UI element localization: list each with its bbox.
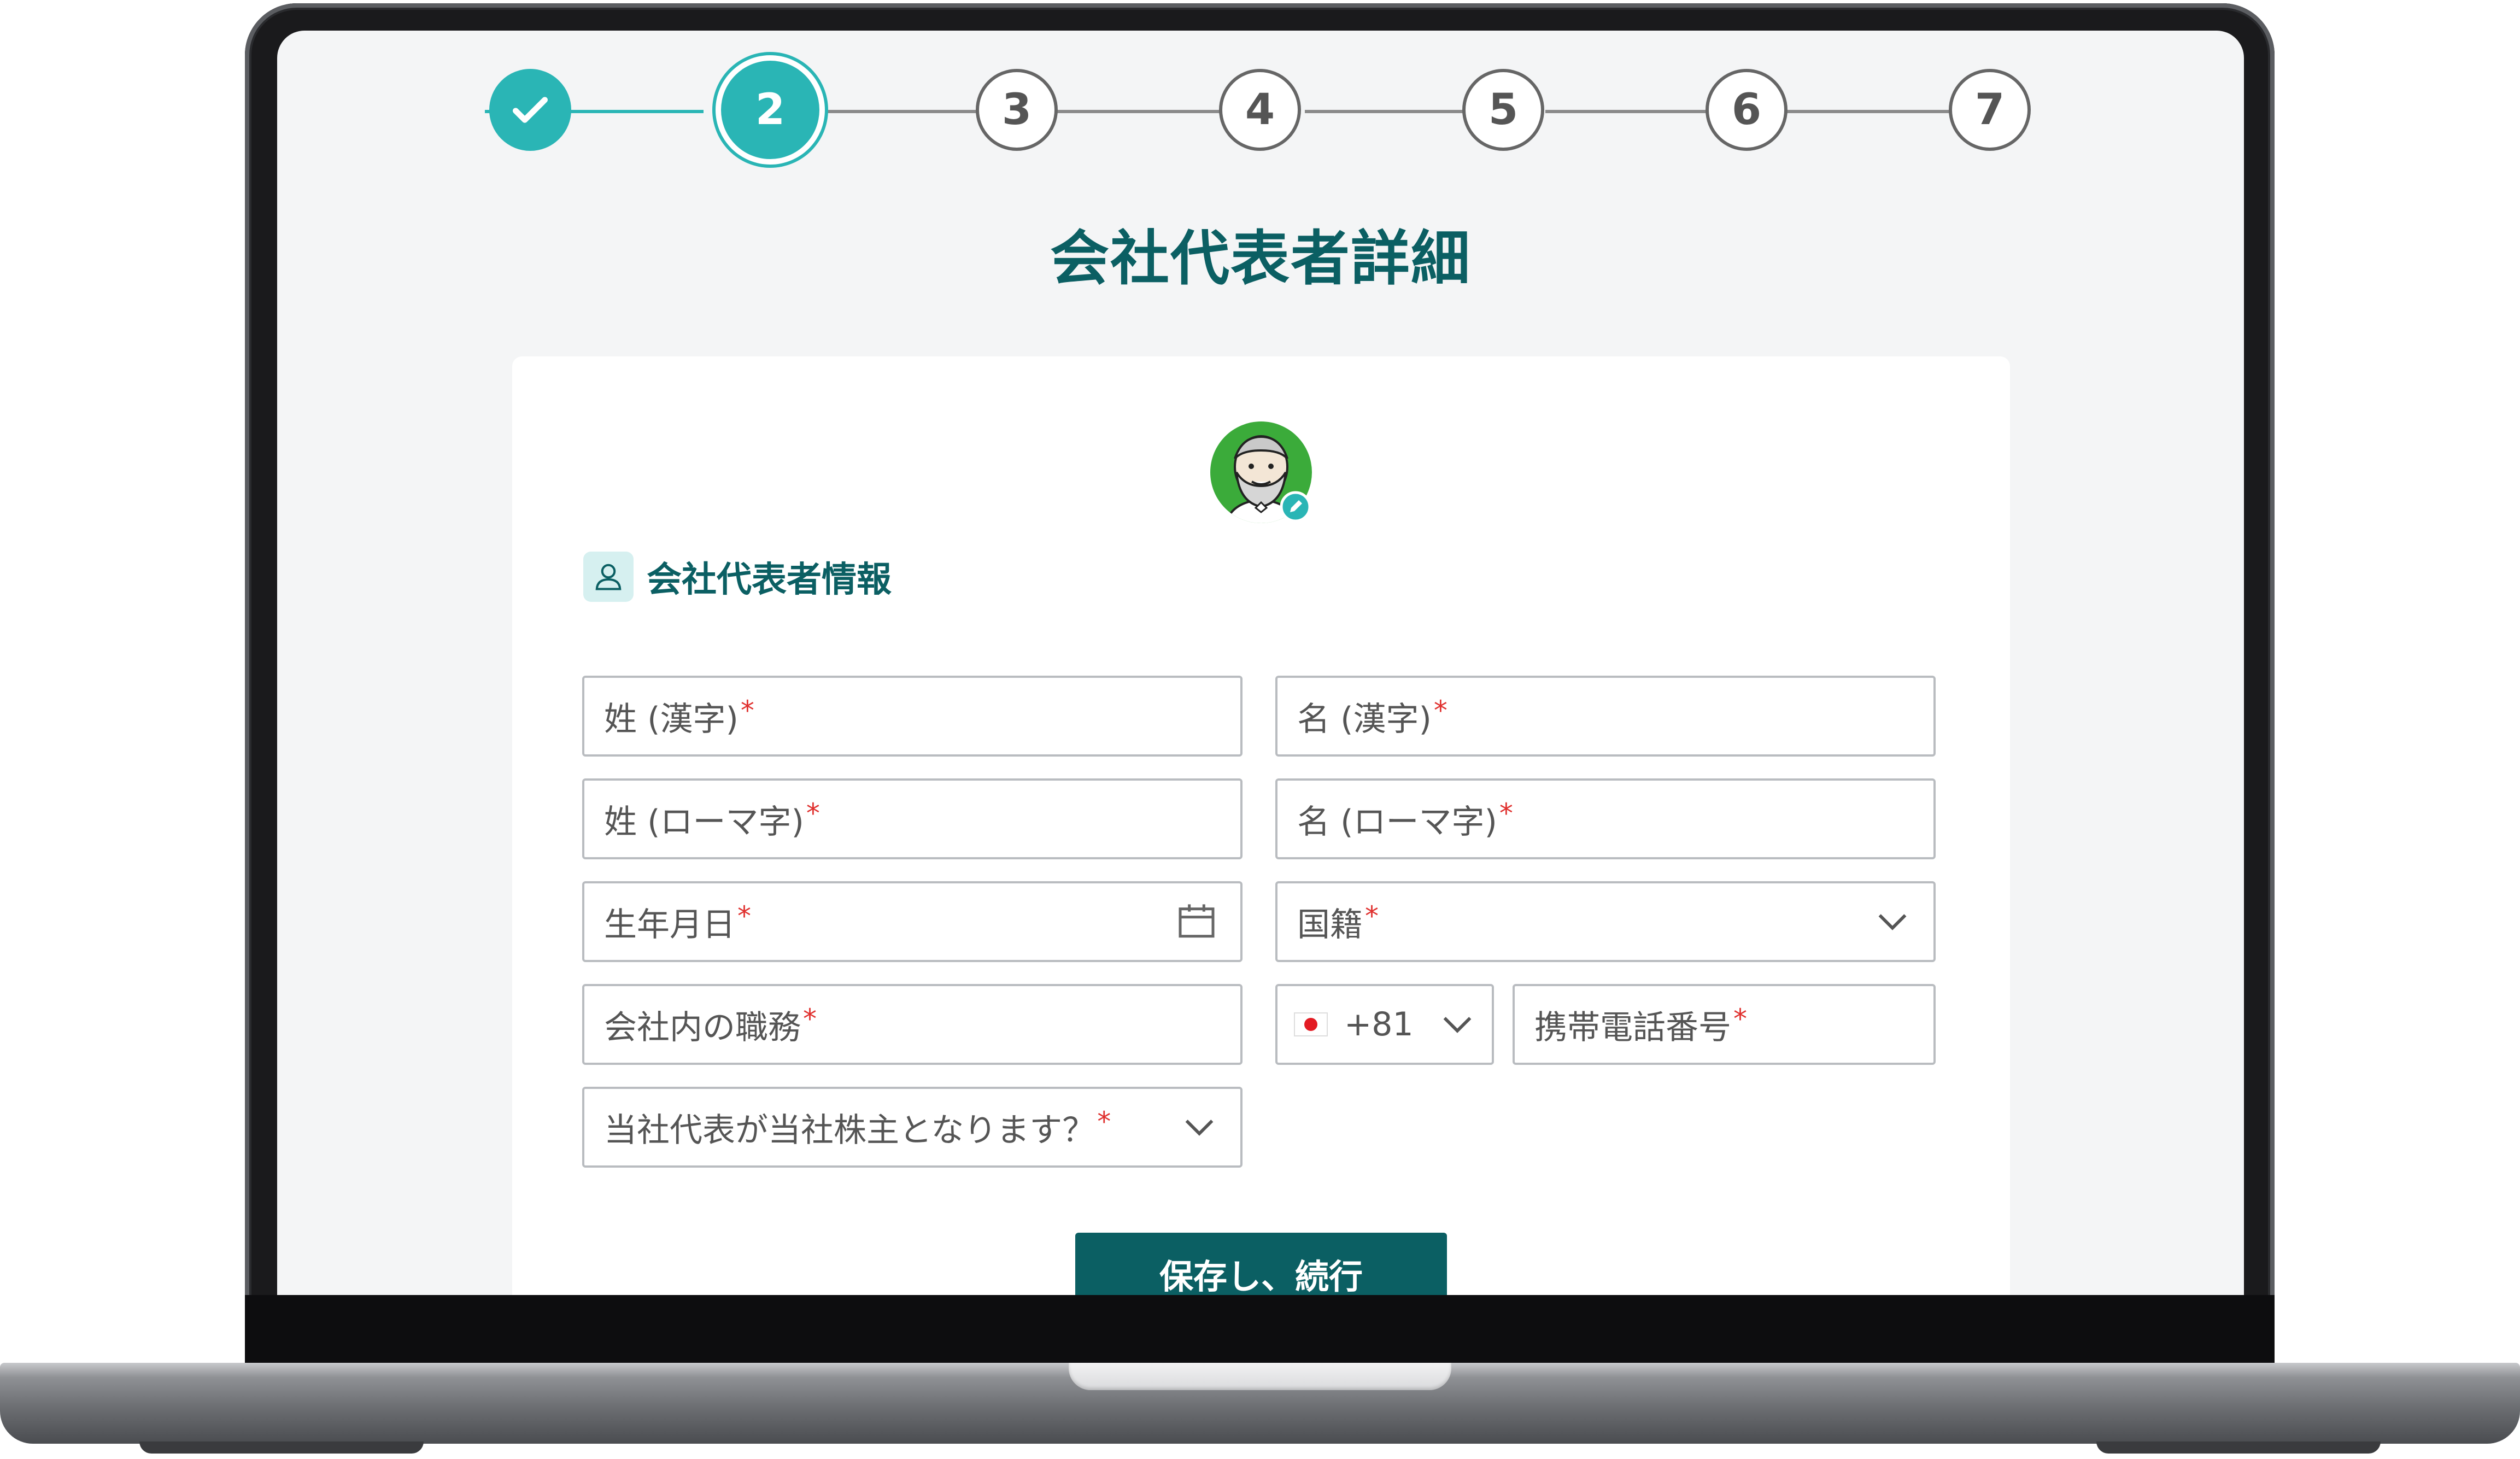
mobile-phone-input[interactable]: 携帯電話番号 * [1513,984,1936,1065]
step-number: 3 [1001,85,1032,134]
country-code-select[interactable]: +81 [1275,984,1494,1065]
field-label: 携帯電話番号 [1534,1008,1731,1047]
laptop-foot-left [139,1442,424,1454]
chevron-down-icon [1443,1017,1472,1033]
step-1-completed[interactable] [489,69,571,151]
field-label: 生年月日 [604,905,735,944]
last-name-kanji-input[interactable]: 姓 (漢字) * [582,676,1243,757]
phone-code: +81 [1344,1005,1414,1044]
laptop-notch [1069,1363,1451,1390]
required-mark: * [1499,798,1513,829]
laptop-foot-right [2096,1442,2381,1454]
required-mark: * [740,695,754,726]
field-label: 姓 (ローマ字) [604,802,804,841]
section-header: 会社代表者情報 [583,549,892,604]
check-icon [513,97,548,123]
shareholder-select[interactable]: 当社代表が当社株主となります？ * [582,1087,1243,1168]
laptop-chin [245,1295,2275,1366]
bearded-man-avatar-icon [1210,421,1312,523]
required-mark: * [1097,1106,1111,1138]
step-number: 7 [1974,85,2005,134]
required-mark: * [737,900,751,932]
step-number: 2 [755,85,786,134]
field-label: 国籍 [1297,905,1363,944]
required-mark: * [806,798,820,829]
step-2-current[interactable]: 2 [721,61,819,159]
form-card: 会社代表者情報 姓 (漢字) * 名 (漢字) * 姓 (ローマ字) * 名 (ローマ… [512,356,2010,1295]
japan-flag-icon [1294,1012,1328,1036]
required-mark: * [803,1003,817,1035]
birth-date-input[interactable]: 生年月日 * [582,881,1243,962]
avatar[interactable] [1209,420,1313,524]
chevron-down-icon [1185,1120,1214,1136]
screen: 2 3 4 5 6 7 会社代表者詳細 会社代表者情報 姓 (漢字) * 名 (… [277,31,2244,1295]
nationality-select[interactable]: 国籍 * [1275,881,1936,962]
field-label: 当社代表が当社株主となります？ [604,1111,1095,1150]
step-connector [802,110,1004,113]
job-title-input[interactable]: 会社内の職務 * [582,984,1243,1065]
page-title: 会社代表者詳細 [1050,225,1471,293]
field-label: 名 (漢字) [1297,700,1432,739]
first-name-kanji-input[interactable]: 名 (漢字) * [1275,676,1936,757]
field-label: 姓 (漢字) [604,700,739,739]
save-continue-button[interactable]: 保存し、続行 [1075,1233,1447,1295]
step-number: 4 [1245,85,1275,134]
first-name-roman-input[interactable]: 名 (ローマ字) * [1275,778,1936,859]
section-title: 会社代表者情報 [647,560,892,600]
step-5[interactable]: 5 [1462,69,1544,151]
required-mark: * [1433,695,1447,726]
field-label: 会社内の職務 [604,1008,801,1047]
step-number: 5 [1488,85,1519,134]
required-mark: * [1365,900,1379,932]
field-label: 名 (ローマ字) [1297,802,1497,841]
required-mark: * [1733,1003,1747,1035]
step-7[interactable]: 7 [1949,69,2031,151]
step-number: 6 [1731,85,1762,134]
chevron-down-icon [1878,914,1907,930]
calendar-icon[interactable] [1175,900,1218,944]
progress-stepper: 2 3 4 5 6 7 [277,31,2244,195]
step-6[interactable]: 6 [1706,69,1788,151]
step-3[interactable]: 3 [976,69,1058,151]
user-icon [583,552,634,602]
step-4[interactable]: 4 [1219,69,1301,151]
last-name-roman-input[interactable]: 姓 (ローマ字) * [582,778,1243,859]
